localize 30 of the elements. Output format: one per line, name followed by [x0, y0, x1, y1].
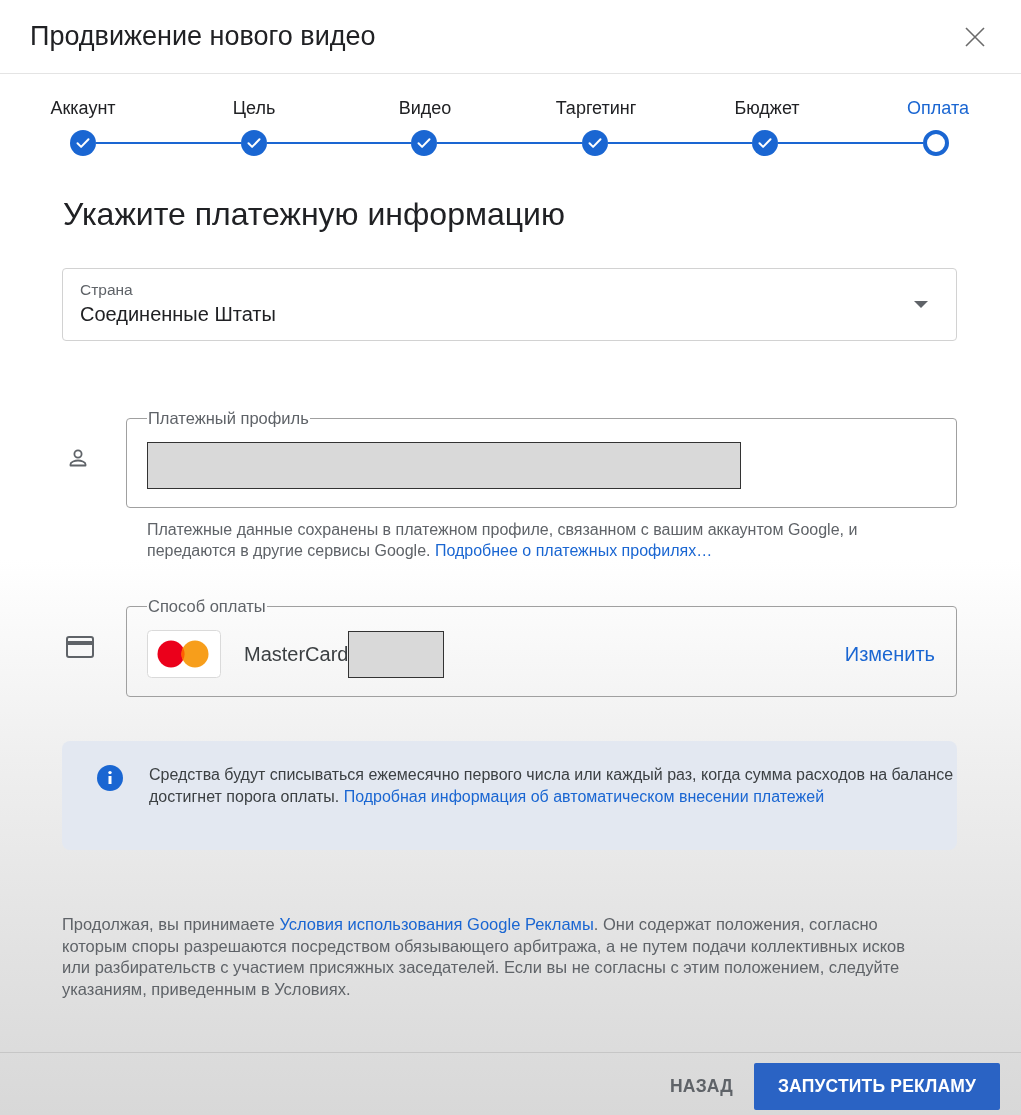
dropdown-caret-icon — [914, 301, 928, 308]
step-label: Видео — [397, 97, 453, 119]
payment-profile-field[interactable]: Платежный профиль — [126, 408, 957, 508]
page-heading: Укажите платежную информацию — [63, 195, 566, 233]
field-legend: Способ оплаты — [147, 596, 267, 616]
step-label: Бюджет — [733, 97, 801, 119]
terms-text: Продолжая, вы принимаете Условия использования Google Рекламы. Они содержат положения, согласно которым споры разрешаются посредством обязывающего арбитража, а не путем подачи коллективных исков или разбирательств с участием присяжных заседателей. Если вы не согласны с этим положением, следуйте указаниям, приведенным в Условиях. — [62, 914, 906, 1000]
notice-link[interactable]: Подробная информация об автоматическом внесении платежей — [343, 788, 825, 805]
step-label: Оплата — [906, 97, 970, 119]
country-select[interactable]: Страна Соединенные Штаты — [62, 268, 957, 341]
dialog-title: Продвижение нового видео — [30, 21, 376, 52]
close-button[interactable] — [963, 24, 987, 49]
step-label: Аккаунт — [49, 97, 117, 119]
helper-text: Платежные данные сохранены в платежном профиле, связанном с вашим аккаунтом Google, и передаются в другие сервисы Google. Подробнее о платежных профилях… — [147, 520, 859, 561]
helper-link[interactable]: Подробнее о платежных профилях… — [434, 542, 713, 559]
card-name: MasterCard — [244, 642, 349, 666]
change-link[interactable]: Изменить — [844, 642, 935, 666]
launch-ad-button[interactable]: ЗАПУСТИТЬ РЕКЛАМУ — [754, 1063, 1000, 1110]
back-button[interactable]: НАЗАД — [662, 1063, 741, 1110]
field-legend: Платежный профиль — [147, 408, 310, 428]
close-icon — [965, 26, 985, 47]
step-label: Цель — [231, 97, 277, 119]
card-logo-icon — [147, 630, 221, 678]
notice-text: Средства будут списываться ежемесячно первого числа или каждый раз, когда сумма расходов на балансе достигнет порога оплаты. Подробная информация об автоматическом внесении платежей — [149, 765, 955, 807]
info-icon — [97, 765, 123, 791]
terms-link[interactable]: Условия использования Google Рекламы — [279, 915, 594, 933]
step-label: Таргетинг — [554, 97, 638, 119]
credit-card-icon — [66, 635, 94, 658]
select-label: Страна — [80, 281, 134, 299]
select-value: Соединенные Штаты — [80, 302, 276, 326]
